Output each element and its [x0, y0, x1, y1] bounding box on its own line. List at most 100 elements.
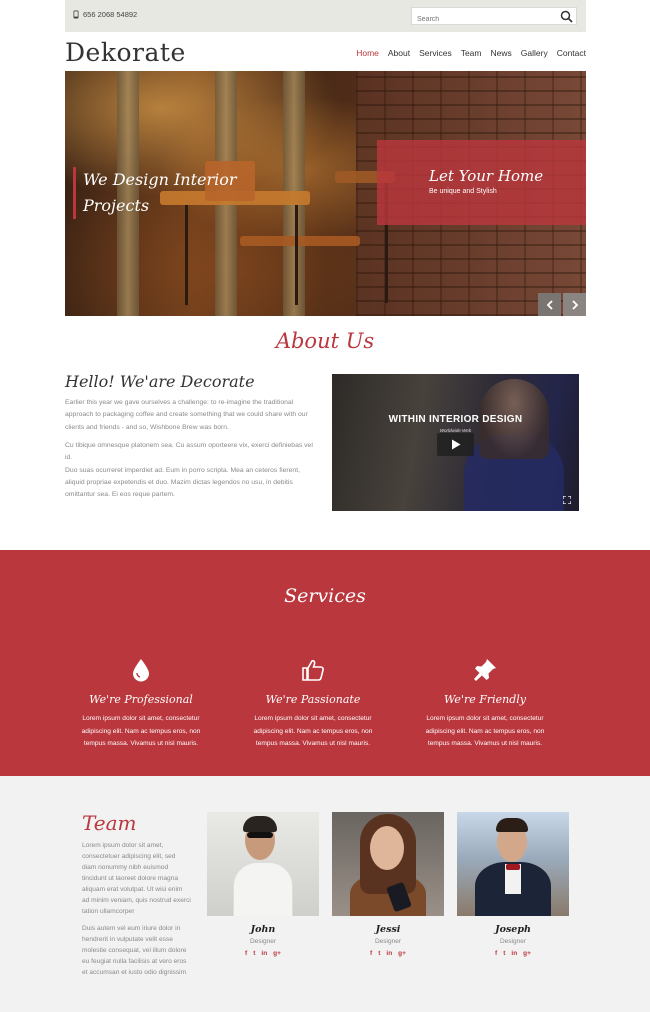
text-line: Lorem ipsum dolor sit amet, consectetur	[426, 715, 544, 722]
nav-home[interactable]: Home	[356, 48, 379, 58]
thumbs-up-icon	[302, 659, 324, 681]
phone-contact: 656 2068 54892	[73, 10, 137, 19]
nav-gallery[interactable]: Gallery	[521, 48, 548, 58]
nav-news[interactable]: News	[491, 48, 512, 58]
team-member-name: Jessi	[375, 924, 401, 935]
text-line: aliquam erat volutpat. Ut wisi enim	[82, 886, 183, 893]
team-title: Team	[82, 811, 137, 835]
hero-promo-box: Let Your Home Be unique and Stylish	[377, 140, 586, 225]
slider-prev-button[interactable]	[538, 293, 561, 316]
team-member-name: John	[250, 924, 276, 935]
text-line: et accumsan et iusto odio dignissim	[82, 969, 187, 976]
social-links: f t in g+	[207, 950, 319, 957]
facebook-icon[interactable]: f	[495, 950, 497, 957]
service-text: Lorem ipsum dolor sit amet, consectetur a…	[405, 713, 565, 751]
search-box[interactable]	[411, 7, 577, 28]
nav-services[interactable]: Services	[419, 48, 452, 58]
facebook-icon[interactable]: f	[245, 950, 247, 957]
text-line: tincidunt ut laoreet dolore magna	[82, 875, 179, 882]
service-text: Lorem ipsum dolor sit amet, consectetur a…	[61, 713, 221, 751]
social-links: f t in g+	[457, 950, 569, 957]
photo-head	[370, 826, 404, 870]
chevron-left-icon	[546, 299, 553, 310]
pushpin-icon	[474, 659, 496, 681]
social-links: f t in g+	[332, 950, 444, 957]
hero-promo-title: Let Your Home	[429, 167, 544, 185]
text-line: Duo suas ocurreret imperdiet ad. Eum in …	[65, 466, 300, 474]
play-icon	[451, 439, 460, 450]
text-line: tempus massa. Vivamus ut nisl mauris.	[83, 740, 199, 747]
hero-stool	[185, 205, 188, 305]
about-section-title: About Us	[275, 329, 375, 353]
about-heading: Hello! We'are Decorate	[65, 372, 255, 391]
hero-caption-line2: Projects	[83, 196, 150, 215]
twitter-icon[interactable]: t	[378, 950, 380, 957]
photo-sunglasses	[247, 832, 273, 838]
team-paragraph-1: Lorem ipsum dolor sit amet, consectetuer …	[82, 840, 194, 917]
facebook-icon[interactable]: f	[370, 950, 372, 957]
linkedin-icon[interactable]: in	[386, 950, 392, 957]
text-line: diam nonummy nibh euismod	[82, 864, 169, 871]
service-title: We're Friendly	[444, 693, 526, 706]
slider-arrows	[538, 293, 586, 316]
chevron-right-icon	[571, 299, 578, 310]
about-paragraph-1: Earlier this year we gave ourselves a ch…	[65, 397, 320, 434]
text-line: hendrerit in vulputate velit esse	[82, 936, 173, 943]
team-member-jessi: Jessi Designer f t in g+	[332, 812, 444, 957]
text-line: Lorem ipsum dolor sit amet,	[82, 842, 164, 849]
linkedin-icon[interactable]: in	[261, 950, 267, 957]
team-member-photo	[457, 812, 569, 916]
twitter-icon[interactable]: t	[503, 950, 505, 957]
site-logo[interactable]: Dekorate	[65, 38, 186, 67]
nav-contact[interactable]: Contact	[557, 48, 586, 58]
video-play-button[interactable]	[437, 433, 474, 456]
team-member-joseph: Joseph Designer f t in g+	[457, 812, 569, 957]
text-line: tempus massa. Vivamus ut nisl mauris.	[255, 740, 371, 747]
phone-number: 656 2068 54892	[83, 10, 138, 19]
team-member-role: Designer	[249, 938, 276, 945]
google-plus-icon[interactable]: g+	[523, 950, 531, 957]
about-video[interactable]: WITHIN INTERIOR DESIGN Worldwide Web	[332, 374, 579, 511]
hero-caption: We Design Interior Projects	[73, 167, 237, 219]
fullscreen-icon[interactable]	[563, 496, 571, 504]
services-section: Services We're Professional Lorem ipsum …	[0, 550, 650, 776]
photo-hair	[243, 816, 277, 832]
text-line: aliquid propriae expetendis et duo. Mazi…	[65, 478, 293, 486]
text-line: approach to packaging coffee and create …	[65, 411, 308, 419]
nav-team[interactable]: Team	[461, 48, 482, 58]
team-paragraph-2: Duis autem vel eum iriure dolor in hendre…	[82, 923, 194, 978]
service-title: We're Passionate	[265, 693, 361, 706]
text-line: ad minim veniam, quis nostrud exerci	[82, 897, 191, 904]
service-text: Lorem ipsum dolor sit amet, consectetur a…	[233, 713, 393, 751]
text-line: molestie consequat, vel illum dolore	[82, 947, 187, 954]
about-paragraph-2: Cu tibique omnesque platonem sea. Cu ass…	[65, 440, 320, 501]
services-title: Services	[284, 585, 366, 607]
team-member-role: Designer	[499, 938, 526, 945]
hero-caption-line1: We Design Interior	[83, 170, 237, 189]
twitter-icon[interactable]: t	[253, 950, 255, 957]
drop-icon	[133, 659, 149, 682]
main-nav: Home About Services Team News Gallery Contact	[356, 48, 586, 58]
search-icon[interactable]	[560, 10, 573, 23]
team-member-photo	[332, 812, 444, 916]
text-line: Earlier this year we gave ourselves a ch…	[65, 399, 294, 406]
photo-hair	[496, 818, 528, 832]
text-line: tempus massa. Vivamus ut nisl mauris.	[427, 740, 543, 747]
google-plus-icon[interactable]: g+	[398, 950, 406, 957]
team-member-photo	[207, 812, 319, 916]
google-plus-icon[interactable]: g+	[273, 950, 281, 957]
nav-about[interactable]: About	[388, 48, 410, 58]
phone-icon	[73, 10, 79, 19]
text-line: consectetuer adipiscing elit, sed	[82, 853, 176, 860]
search-input[interactable]	[412, 11, 552, 28]
text-line: omittantur sea. Ei eos reque partem.	[65, 491, 175, 499]
text-line: Duis autem vel eum iriure dolor in	[82, 925, 181, 932]
text-line: Cu tibique omnesque platonem sea. Cu ass…	[65, 442, 313, 462]
photo-body	[233, 862, 293, 916]
text-line: adipiscing elit. Nam ac tempus eros, non	[81, 727, 201, 735]
text-line: adipiscing elit. Nam ac tempus eros, non	[253, 727, 373, 735]
text-line: Lorem ipsum dolor sit amet, consectetur	[254, 715, 372, 722]
text-line: Lorem ipsum dolor sit amet, consectetur	[82, 715, 200, 722]
linkedin-icon[interactable]: in	[511, 950, 517, 957]
slider-next-button[interactable]	[563, 293, 586, 316]
